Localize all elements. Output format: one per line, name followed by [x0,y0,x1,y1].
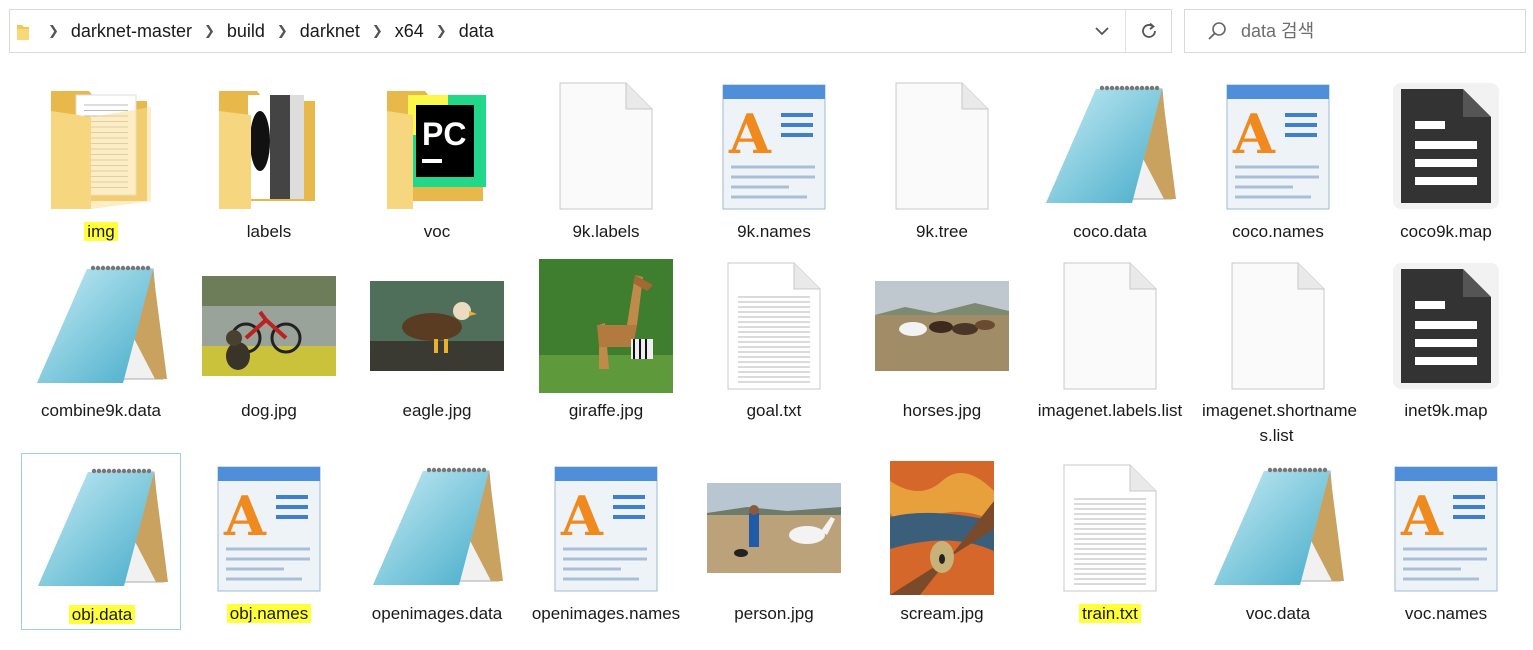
svg-text:A: A [1400,484,1444,548]
svg-text:A: A [560,484,604,548]
photo-thumbnail-icon [704,458,844,598]
file-item[interactable]: giraffe.jpg [526,248,686,424]
wordpad-icon: A [536,458,676,598]
file-name-label: 9k.tree [916,222,968,241]
file-item[interactable]: openimages.data [357,453,517,630]
file-name-label: voc.data [1245,604,1311,623]
file-name-label: coco.data [1073,222,1147,241]
wordpad-icon: A [704,76,844,216]
file-name-label: scream.jpg [900,604,984,623]
file-name-label: labels [246,222,292,241]
folder-icon [199,76,339,216]
svg-text:PC: PC [422,116,466,152]
file-name-label: person.jpg [734,604,814,623]
file-item[interactable]: PC voc [357,68,517,244]
file-item[interactable]: labels [189,68,349,244]
file-item[interactable]: person.jpg [694,453,854,630]
file-name-label: inet9k.map [1404,401,1488,420]
file-item[interactable]: coco.data [1030,68,1190,244]
file-name-label: horses.jpg [902,401,982,420]
notepad-icon [32,459,172,599]
file-name-label: openimages.names [531,604,681,623]
file-item[interactable]: A coco.names [1198,68,1358,244]
file-name-label: dog.jpg [241,401,297,420]
blank-file-icon [1208,256,1348,396]
file-item[interactable]: goal.txt [694,248,854,424]
file-item[interactable]: coco9k.map [1366,68,1526,244]
file-item[interactable]: horses.jpg [862,248,1022,424]
notepad-icon [367,458,507,598]
file-item[interactable]: imagenet.labels.list [1030,248,1190,424]
file-item[interactable]: imagenet.shortnames.list [1198,248,1358,445]
file-item[interactable]: A voc.names [1366,453,1526,630]
file-name-label: train.txt [1079,604,1141,623]
file-name-label: giraffe.jpg [568,401,644,420]
file-grid: img labels PC voc 9k.labels A 9k.names 9… [0,0,1533,650]
file-name-label: coco9k.map [1400,222,1492,241]
svg-text:A: A [1232,102,1276,166]
wordpad-icon: A [199,458,339,598]
file-item[interactable]: 9k.tree [862,68,1022,244]
file-name-label: voc [423,222,451,241]
blank-file-icon [872,76,1012,216]
file-item[interactable]: scream.jpg [862,453,1022,630]
wordpad-icon: A [1376,458,1516,598]
file-item[interactable]: dog.jpg [189,248,349,424]
notepad-icon [1040,76,1180,216]
file-name-label: imagenet.shortnames.list [1202,401,1357,445]
photo-thumbnail-icon [367,256,507,396]
file-name-label: goal.txt [746,401,802,420]
file-name-label: 9k.labels [572,222,640,241]
photo-thumbnail-icon [872,458,1012,598]
file-name-label: combine9k.data [40,401,162,420]
file-item[interactable]: train.txt [1030,453,1190,630]
file-name-label: 9k.names [737,222,811,241]
file-item[interactable]: voc.data [1198,453,1358,630]
document-icon [1376,256,1516,396]
wordpad-icon: A [1208,76,1348,216]
file-name-label: coco.names [1232,222,1324,241]
text-file-icon [704,256,844,396]
folder-icon [31,76,171,216]
file-item[interactable]: combine9k.data [21,248,181,424]
file-item[interactable]: 9k.labels [526,68,686,244]
file-item[interactable]: inet9k.map [1366,248,1526,424]
notepad-icon [1208,458,1348,598]
file-name-label: obj.data [68,605,136,624]
svg-text:A: A [223,484,267,548]
blank-file-icon [536,76,676,216]
document-icon [1376,76,1516,216]
blank-file-icon [1040,256,1180,396]
svg-text:A: A [728,102,772,166]
file-name-label: imagenet.labels.list [1037,401,1183,420]
file-name-label: openimages.data [371,604,503,623]
file-name-label: img [84,222,118,241]
file-item[interactable]: A openimages.names [526,453,686,630]
file-item[interactable]: A obj.names [189,453,349,630]
notepad-icon [31,256,171,396]
file-name-label: eagle.jpg [402,401,472,420]
photo-thumbnail-icon [872,256,1012,396]
photo-thumbnail-icon [199,256,339,396]
text-file-icon [1040,458,1180,598]
pycharm-folder-icon: PC [367,76,507,216]
file-name-label: voc.names [1404,604,1488,623]
file-item[interactable]: eagle.jpg [357,248,517,424]
photo-thumbnail-icon [536,256,676,396]
file-item[interactable]: img [21,68,181,244]
file-name-label: obj.names [226,604,312,623]
file-item[interactable]: A 9k.names [694,68,854,244]
file-item[interactable]: obj.data [21,453,181,630]
